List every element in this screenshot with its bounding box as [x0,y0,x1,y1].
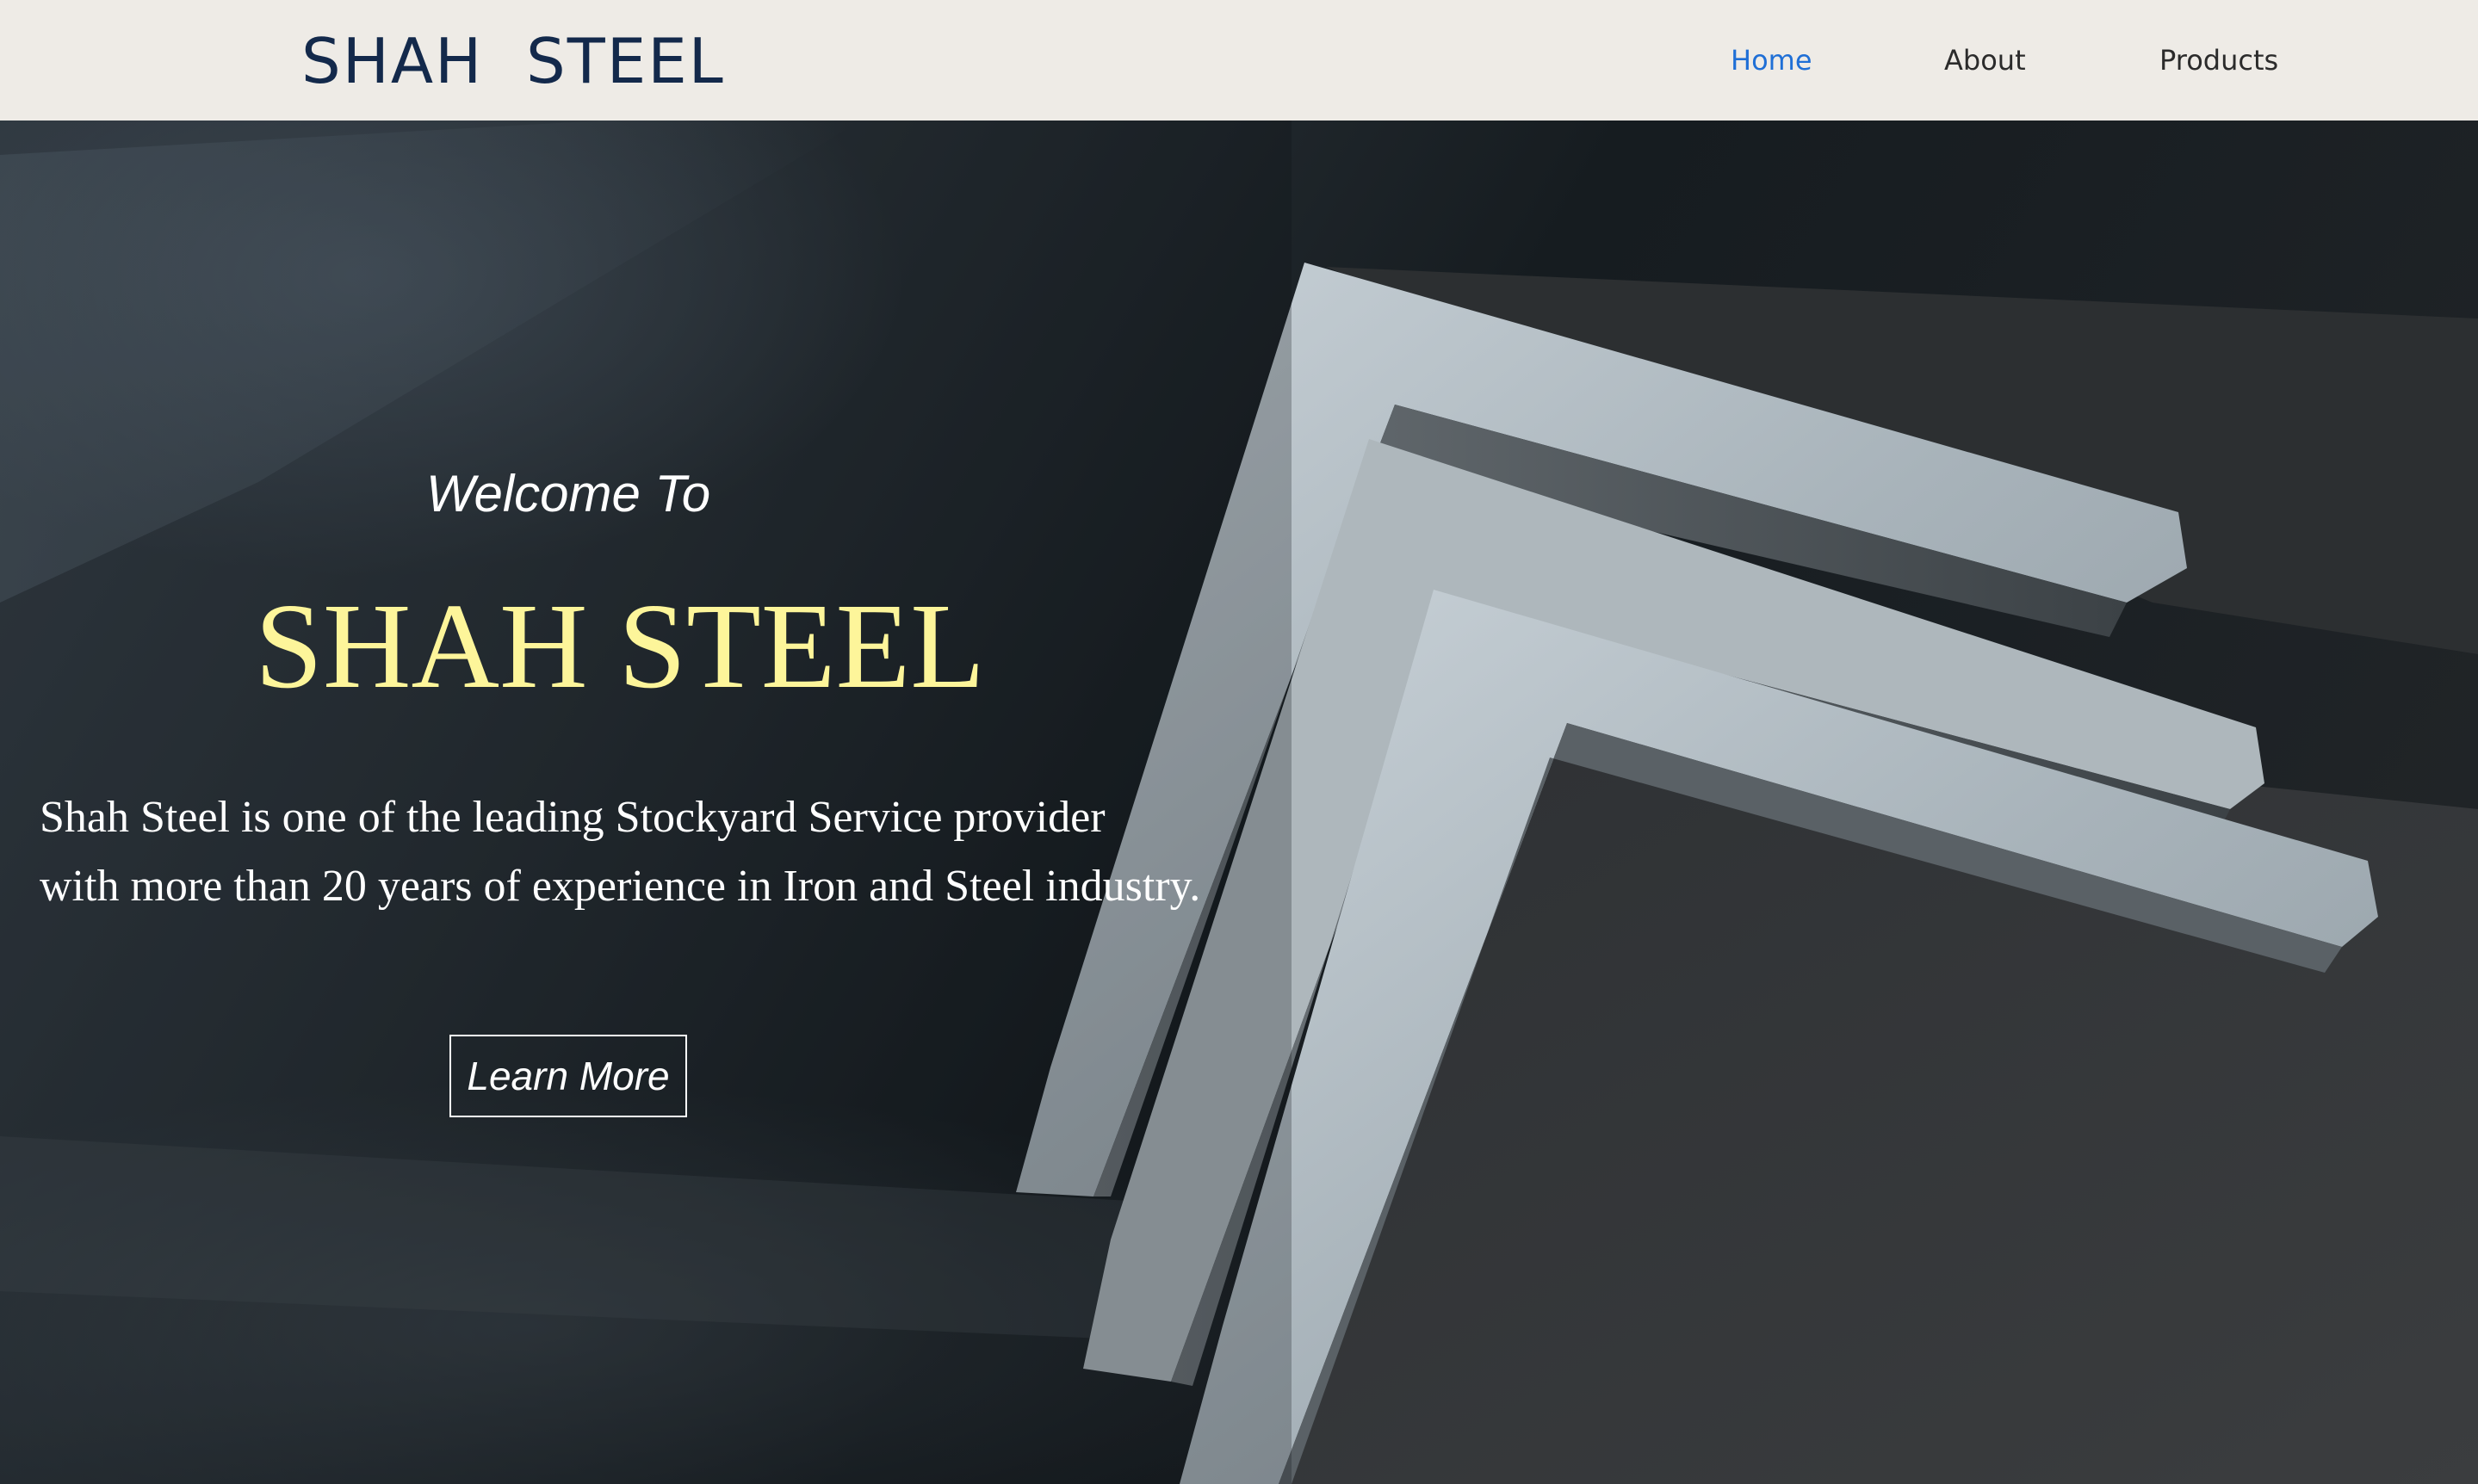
learn-more-button[interactable]: Learn More [449,1035,687,1117]
hero-section: Welcome To SHAH STEEL Shah Steel is one … [0,121,2478,1484]
nav-about-link[interactable]: About [1944,43,2026,77]
hero-description: Shah Steel is one of the leading Stockya… [40,783,1288,921]
nav-products-link[interactable]: Products [2159,43,2278,77]
nav-home-link[interactable]: Home [1731,43,1812,77]
hero-description-line: Shah Steel is one of the leading Stockya… [40,793,1106,842]
hero-title: SHAH STEEL [254,578,986,714]
brand-logo[interactable]: SHAH STEEL [301,22,725,100]
hero-description-line: with more than 20 years of experience in… [40,862,1201,911]
site-header: SHAH STEEL Home About Products [0,0,2478,121]
hero-welcome-text: Welcome To [425,465,711,522]
